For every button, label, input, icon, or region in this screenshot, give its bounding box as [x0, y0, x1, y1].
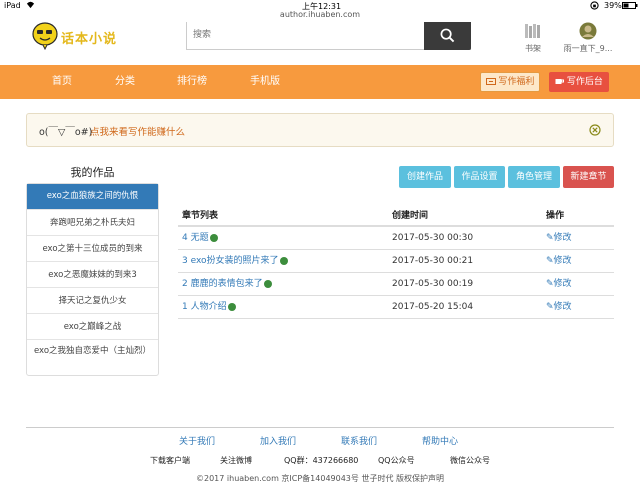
address-bar[interactable]: author.ihuaben.com	[0, 10, 640, 22]
new-chapter-button[interactable]: 新建章节	[563, 166, 614, 188]
chapter-table: 章节列表 创建时间 操作 4 无题✓ 2017-05-30 00:30 ✎修改 …	[178, 205, 614, 319]
pencil-icon: ✎	[546, 279, 554, 289]
create-work-button[interactable]: 创建作品	[399, 166, 451, 188]
pencil-icon: ✎	[546, 256, 554, 266]
table-row: 2 鹿鹿的表情包来了✓ 2017-05-30 00:19 ✎修改	[178, 273, 614, 296]
user-menu[interactable]: 雨一直下_9...	[558, 22, 618, 54]
footer-link-join[interactable]: 加入我们	[260, 434, 296, 447]
nav-item-mobile[interactable]: 手机版	[250, 65, 280, 99]
search-button[interactable]	[424, 22, 471, 50]
edit-link[interactable]: ✎修改	[546, 273, 572, 296]
column-header-actions: 操作	[546, 211, 565, 221]
column-header-created: 创建时间	[392, 211, 429, 221]
works-list: exo之血狼族之间的仇恨 奔跑吧兄弟之朴氏夫妇 exo之第十三位成员的到来 ex…	[26, 183, 159, 376]
footer-wechat-official[interactable]: 微信公众号	[450, 455, 490, 466]
footer-link-contact[interactable]: 联系我们	[341, 434, 377, 447]
chapter-created-time: 2017-05-30 00:30	[392, 233, 474, 243]
work-item[interactable]: exo之巅峰之战	[27, 313, 158, 339]
logo-text: 话本小说	[61, 32, 118, 47]
copyright-text: ©2017 ihuaben.com 京ICP备14049043号 世子时代 版权…	[196, 474, 444, 483]
published-check-icon: ✓	[263, 279, 272, 295]
notice-text: 点我来看写作能赚什么	[90, 127, 186, 138]
cup-icon	[555, 78, 565, 84]
footer-download-client[interactable]: 下载客户端	[150, 455, 190, 466]
avatar	[579, 22, 597, 40]
battery-percent: 39%	[604, 1, 622, 10]
writing-backend-button[interactable]: 写作后台	[549, 72, 609, 92]
column-header-chapters: 章节列表	[182, 211, 219, 221]
search-input[interactable]	[187, 22, 423, 48]
writing-welfare-label: 写作福利	[498, 77, 535, 87]
nav-item-home[interactable]: 首页	[52, 65, 72, 99]
footer-link-about[interactable]: 关于我们	[179, 434, 215, 447]
my-works-title: 我的作品	[70, 166, 115, 179]
bookshelf-link[interactable]: 书架	[518, 22, 548, 54]
logo-mascot-icon	[32, 22, 58, 50]
bookshelf-label: 书架	[525, 44, 541, 53]
work-item[interactable]: exo之第十三位成员的到来	[27, 235, 158, 261]
search-icon	[440, 28, 455, 43]
chapter-created-time: 2017-05-20 15:04	[392, 302, 474, 312]
chapter-created-time: 2017-05-30 00:19	[392, 279, 474, 289]
footer-follow-weibo[interactable]: 关注微博	[220, 455, 252, 466]
work-settings-button[interactable]: 作品设置	[454, 166, 505, 188]
table-header: 章节列表 创建时间 操作	[178, 205, 614, 227]
ticket-icon	[485, 78, 496, 85]
edit-link[interactable]: ✎修改	[546, 227, 572, 250]
earnings-notice[interactable]: o(￣▽￣o#) 点我来看写作能赚什么	[26, 113, 614, 147]
table-row: 1 人物介绍✓ 2017-05-20 15:04 ✎修改	[178, 296, 614, 319]
close-icon[interactable]	[589, 124, 601, 139]
work-item[interactable]: 奔跑吧兄弟之朴氏夫妇	[27, 209, 158, 235]
role-manage-button[interactable]: 角色管理	[508, 166, 560, 188]
nav-item-categories[interactable]: 分类	[115, 65, 135, 99]
published-check-icon: ✓	[209, 233, 218, 249]
work-item[interactable]: exo之恶魔妹妹的到来3	[27, 261, 158, 287]
notice-emoticon: o(￣▽￣o#)	[39, 127, 93, 138]
footer-qq-group: QQ群：437266680	[284, 456, 359, 465]
nav-item-rankings[interactable]: 排行榜	[177, 65, 207, 99]
work-item[interactable]: exo之血狼族之间的仇恨	[27, 184, 158, 209]
work-item[interactable]: exo之我独自恋爱中（主灿烈）	[27, 339, 158, 375]
main-nav: 首页 分类 排行榜 手机版	[0, 65, 640, 99]
chapter-created-time: 2017-05-30 00:21	[392, 256, 474, 266]
footer-divider	[26, 427, 614, 428]
work-item[interactable]: 择天记之复仇少女	[27, 287, 158, 313]
edit-link[interactable]: ✎修改	[546, 250, 572, 273]
pencil-icon: ✎	[546, 233, 554, 243]
published-check-icon: ✓	[279, 256, 288, 272]
site-logo[interactable]: 话本小说	[32, 22, 132, 52]
edit-link[interactable]: ✎修改	[546, 296, 572, 319]
footer-link-help[interactable]: 帮助中心	[422, 434, 458, 447]
bookshelf-icon	[525, 24, 540, 38]
device-label: iPad	[4, 1, 21, 10]
published-check-icon: ✓	[227, 302, 236, 318]
writing-backend-label: 写作后台	[566, 77, 603, 87]
chapter-title-link[interactable]: 1 人物介绍	[182, 302, 227, 312]
chapter-title-link[interactable]: 4 无题	[182, 233, 209, 243]
chapter-title-link[interactable]: 3 exo扮女装的照片来了	[182, 256, 279, 266]
footer-qq-official[interactable]: QQ公众号	[378, 455, 415, 466]
pencil-icon: ✎	[546, 302, 554, 312]
table-row: 4 无题✓ 2017-05-30 00:30 ✎修改	[178, 227, 614, 250]
username-label: 雨一直下_9...	[563, 44, 613, 53]
chapter-title-link[interactable]: 2 鹿鹿的表情包来了	[182, 279, 263, 289]
writing-welfare-button[interactable]: 写作福利	[480, 72, 540, 92]
table-row: 3 exo扮女装的照片来了✓ 2017-05-30 00:21 ✎修改	[178, 250, 614, 273]
